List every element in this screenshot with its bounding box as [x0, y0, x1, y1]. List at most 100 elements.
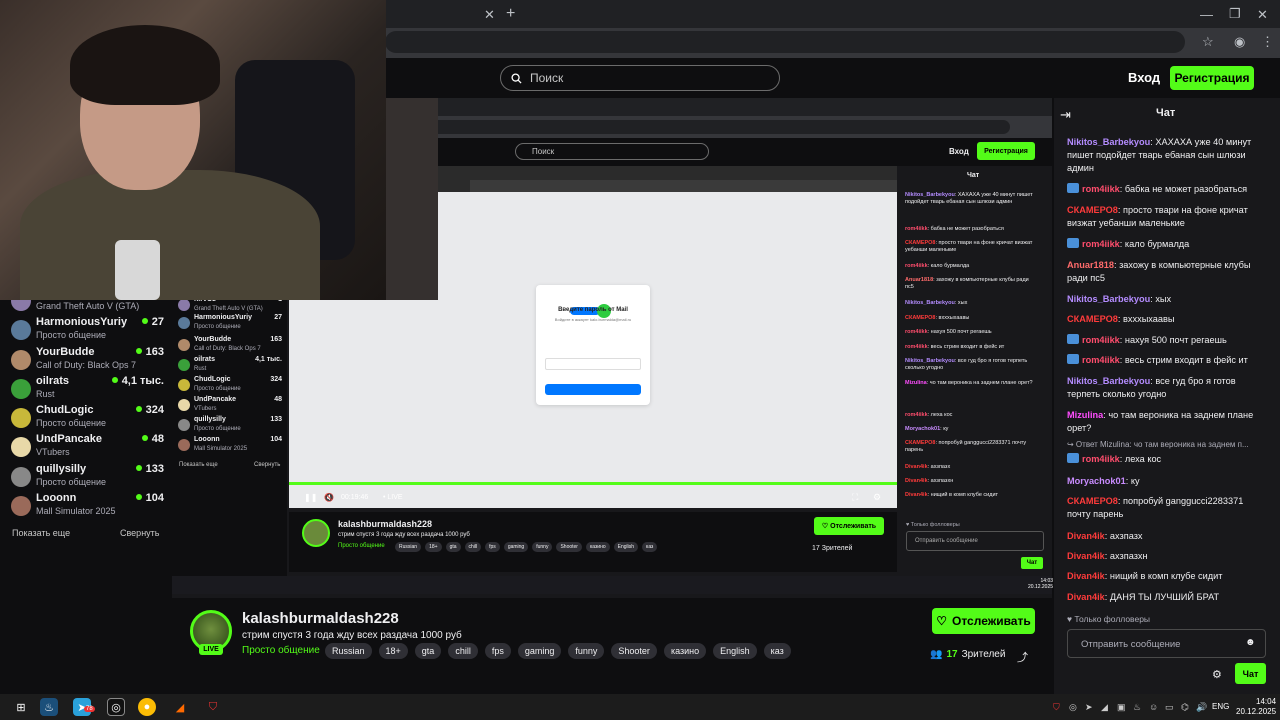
tray-obs-icon[interactable]: ◎ — [1069, 702, 1077, 713]
app-icon[interactable]: ◢ — [171, 698, 189, 716]
stream-tag[interactable]: каз — [763, 643, 791, 659]
sidebar-channel-item[interactable]: quillysilly Просто общение 133 — [8, 463, 164, 491]
sidebar-channel-item[interactable]: Looonn Mall Simulator 2025 104 — [8, 492, 164, 520]
tray-network-icon[interactable]: ⌬ — [1181, 702, 1189, 713]
nested-cat: Просто общение — [194, 426, 241, 432]
sidebar-channel-item[interactable]: ChudLogic Просто общение 324 — [8, 404, 164, 432]
stream-tag[interactable]: funny — [568, 643, 605, 659]
chat-settings-icon[interactable]: ⚙ — [1212, 668, 1222, 681]
chat-username[interactable]: Moryachok01 — [1067, 476, 1126, 486]
shield-icon[interactable]: ⛉ — [204, 698, 222, 716]
channel-avatar — [11, 437, 31, 457]
tray-app-icon[interactable]: ◢ — [1101, 702, 1108, 713]
show-more-button[interactable]: Показать еще — [12, 528, 70, 538]
chat-username[interactable]: rom4iikk — [1082, 239, 1120, 249]
chat-username[interactable]: Divan4ik — [1067, 551, 1105, 561]
chat-username[interactable]: Anuar1818 — [1067, 260, 1114, 270]
video-progress-bar[interactable] — [289, 482, 897, 485]
chat-send-button[interactable]: Чат — [1235, 663, 1266, 684]
tray-telegram-icon[interactable]: ➤ — [1085, 702, 1093, 713]
emoji-icon[interactable]: ☻ — [1245, 637, 1256, 648]
settings-icon[interactable]: ⚙ — [873, 492, 881, 503]
chat-username[interactable]: Nikitos_Barbekyou — [1067, 376, 1150, 386]
nested-username: Mizulina — [905, 380, 927, 386]
close-window-button[interactable]: ✕ — [1257, 8, 1268, 21]
sidebar-channel-item[interactable]: oilrats Rust 4,1 тыс. — [8, 375, 164, 403]
minimize-button[interactable]: — — [1200, 8, 1213, 21]
sidebar-channel-item[interactable]: YourBudde Call of Duty: Black Ops 7 163 — [8, 346, 164, 374]
sidebar-channel-item[interactable]: HarmoniousYuriy Просто общение 27 — [8, 316, 164, 344]
tab-close-icon[interactable]: ✕ — [484, 8, 495, 21]
language-indicator[interactable]: ENG — [1212, 702, 1229, 711]
chat-username[interactable]: rom4iikk — [1082, 184, 1120, 194]
tray-nvidia-icon[interactable]: ▣ — [1117, 702, 1126, 713]
stream-tag[interactable]: Russian — [325, 643, 372, 659]
taskbar-clock[interactable]: 14:04 20.12.2025 — [1236, 697, 1276, 717]
tray-volume-icon[interactable]: 🔊 — [1196, 702, 1207, 713]
badge-icon — [1067, 453, 1079, 463]
collapse-button[interactable]: Свернуть — [120, 528, 159, 538]
chat-username[interactable]: Divan4ik — [1067, 571, 1105, 581]
chat-input[interactable]: Отправить сообщение — [1067, 629, 1266, 658]
nested-name: UndPancake — [194, 396, 237, 403]
stream-tag[interactable]: fps — [484, 643, 511, 659]
stream-tag[interactable]: gta — [414, 643, 442, 659]
stream-tag[interactable]: English — [713, 643, 757, 659]
chat-username[interactable]: Divan4ik — [1067, 531, 1105, 541]
register-button[interactable]: Регистрация — [1170, 66, 1254, 90]
chat-username[interactable]: Mizulina — [1067, 410, 1103, 420]
dialog-submit-button — [545, 384, 641, 395]
url-input[interactable] — [385, 31, 1185, 53]
nested-sidebar-item: quillysilly Просто общение 133 — [178, 416, 282, 438]
nested-chat-title: Чат — [967, 172, 980, 179]
fullscreen-icon[interactable]: ⛶ — [852, 492, 858, 503]
nested-text: : бабка не может разобраться — [927, 226, 1004, 232]
nested-chat-message: Moryachok01: ку — [905, 426, 1035, 433]
stream-tag[interactable]: gaming — [517, 643, 562, 659]
chat-username[interactable]: rom4iikk — [1082, 355, 1120, 365]
chat-username[interactable]: rom4iikk — [1082, 335, 1120, 345]
stream-tag[interactable]: Shooter — [611, 643, 657, 659]
heart-icon: ♡ — [936, 614, 947, 628]
chat-text: : вхххыхаавы — [1117, 314, 1175, 324]
nested-clock-date: 20.12.2025 — [1028, 584, 1054, 590]
follow-button[interactable]: ♡ Отслеживать — [932, 608, 1035, 634]
star-icon[interactable]: ☆ — [1202, 35, 1214, 48]
pause-icon[interactable]: ❚❚ — [304, 493, 317, 502]
collapse-chat-icon[interactable]: ⇥ — [1060, 107, 1071, 123]
obs-icon[interactable]: ◎ — [107, 698, 125, 716]
nested-chat-message: СКАМЕРО8: вхххыхаавы — [905, 315, 1035, 322]
tray-battery-icon[interactable]: ▭ — [1165, 702, 1174, 713]
stream-category[interactable]: Просто общение — [242, 645, 320, 656]
viewer-count: 4,1 тыс. — [112, 375, 164, 387]
chat-username[interactable]: СКАМЕРО8 — [1067, 496, 1118, 506]
stream-tag[interactable]: 18+ — [378, 643, 408, 659]
menu-icon[interactable]: ⋮ — [1261, 35, 1274, 48]
share-icon[interactable]: ⤴ — [1017, 649, 1028, 665]
chat-username[interactable]: СКАМЕРО8 — [1067, 205, 1118, 215]
chat-username[interactable]: Divan4ik — [1067, 592, 1105, 602]
channel-name[interactable]: kalashburmaldash228 — [242, 610, 399, 627]
tray-shield-icon[interactable]: ⛉ — [1053, 702, 1060, 713]
nested-username: Moryachok01 — [905, 426, 941, 432]
chat-username[interactable]: rom4iikk — [1082, 454, 1120, 464]
stream-tag[interactable]: казино — [663, 643, 707, 659]
windows-start-icon[interactable]: ⊞ — [12, 698, 30, 716]
stream-tag[interactable]: chill — [448, 643, 478, 659]
chat-text: : ку — [1125, 476, 1140, 486]
chat-username[interactable]: Nikitos_Barbekyou — [1067, 294, 1150, 304]
steam-icon[interactable]: ♨ — [40, 698, 58, 716]
sidebar-channel-item[interactable]: UndPancake VTubers 48 — [8, 433, 164, 461]
chat-username[interactable]: СКАМЕРО8 — [1067, 314, 1118, 324]
maximize-button[interactable]: ❐ — [1229, 7, 1241, 20]
new-tab-button[interactable]: + — [506, 6, 515, 22]
account-icon[interactable]: ◉ — [1234, 35, 1245, 48]
chat-username[interactable]: Nikitos_Barbekyou — [1067, 137, 1150, 147]
login-button[interactable]: Вход — [1128, 70, 1160, 85]
search-input[interactable]: Поиск — [500, 65, 780, 91]
chrome-icon[interactable]: ● — [138, 698, 156, 716]
tray-steam-icon[interactable]: ♨ — [1133, 702, 1141, 713]
mute-icon[interactable]: 🔇 — [324, 493, 334, 502]
tray-discord-icon[interactable]: ☺ — [1149, 702, 1158, 712]
channel-category: Call of Duty: Black Ops 7 — [36, 360, 137, 370]
